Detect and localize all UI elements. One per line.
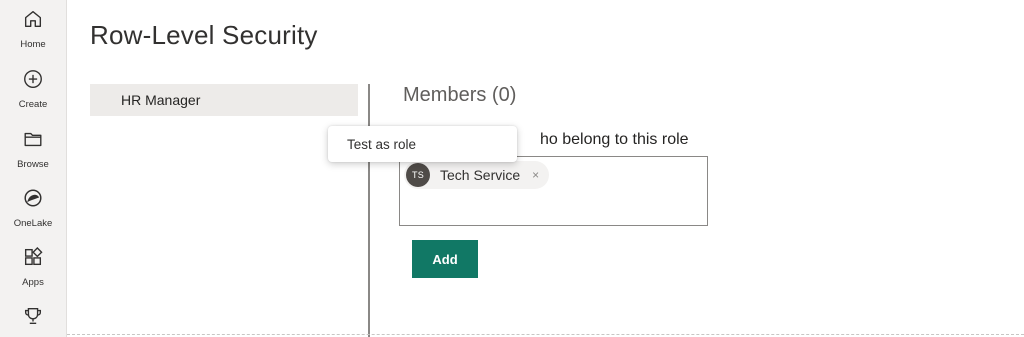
- apps-icon: [22, 246, 44, 273]
- page-title: Row-Level Security: [90, 20, 318, 50]
- member-chip-name: Tech Service: [440, 167, 521, 183]
- home-icon: [22, 8, 44, 35]
- nav-item-browse[interactable]: Browse: [0, 128, 66, 170]
- folder-icon: [22, 128, 44, 155]
- nav-label-home: Home: [20, 39, 46, 50]
- nav-label-apps: Apps: [22, 277, 44, 288]
- bottom-divider: [67, 334, 1024, 335]
- member-chip: TS Tech Service ×: [404, 161, 550, 189]
- remove-member-icon[interactable]: ×: [532, 168, 539, 182]
- left-nav-rail: Home Create Browse OneLake Apps: [0, 0, 67, 337]
- nav-item-home[interactable]: Home: [0, 8, 66, 50]
- panel-divider: [368, 84, 370, 337]
- nav-label-create: Create: [18, 99, 48, 110]
- avatar: TS: [406, 163, 430, 187]
- onelake-icon: [22, 187, 44, 214]
- plus-circle-icon: [22, 68, 44, 95]
- nav-label-browse: Browse: [17, 159, 49, 170]
- nav-item-trophy[interactable]: [0, 305, 66, 332]
- nav-item-create[interactable]: Create: [0, 68, 66, 110]
- nav-item-onelake[interactable]: OneLake: [0, 187, 66, 229]
- members-title: Members (0): [403, 84, 517, 106]
- menu-item-test-as-role[interactable]: Test as role: [347, 137, 416, 152]
- nav-item-apps[interactable]: Apps: [0, 246, 66, 288]
- members-picker-input[interactable]: TS Tech Service ×: [399, 156, 708, 226]
- context-menu: Test as role: [328, 126, 517, 162]
- trophy-icon: [22, 305, 44, 332]
- nav-label-onelake: OneLake: [13, 218, 53, 229]
- members-description: ho belong to this role: [540, 131, 689, 148]
- role-item-hr-manager[interactable]: HR Manager: [90, 84, 358, 116]
- add-button[interactable]: Add: [412, 240, 478, 278]
